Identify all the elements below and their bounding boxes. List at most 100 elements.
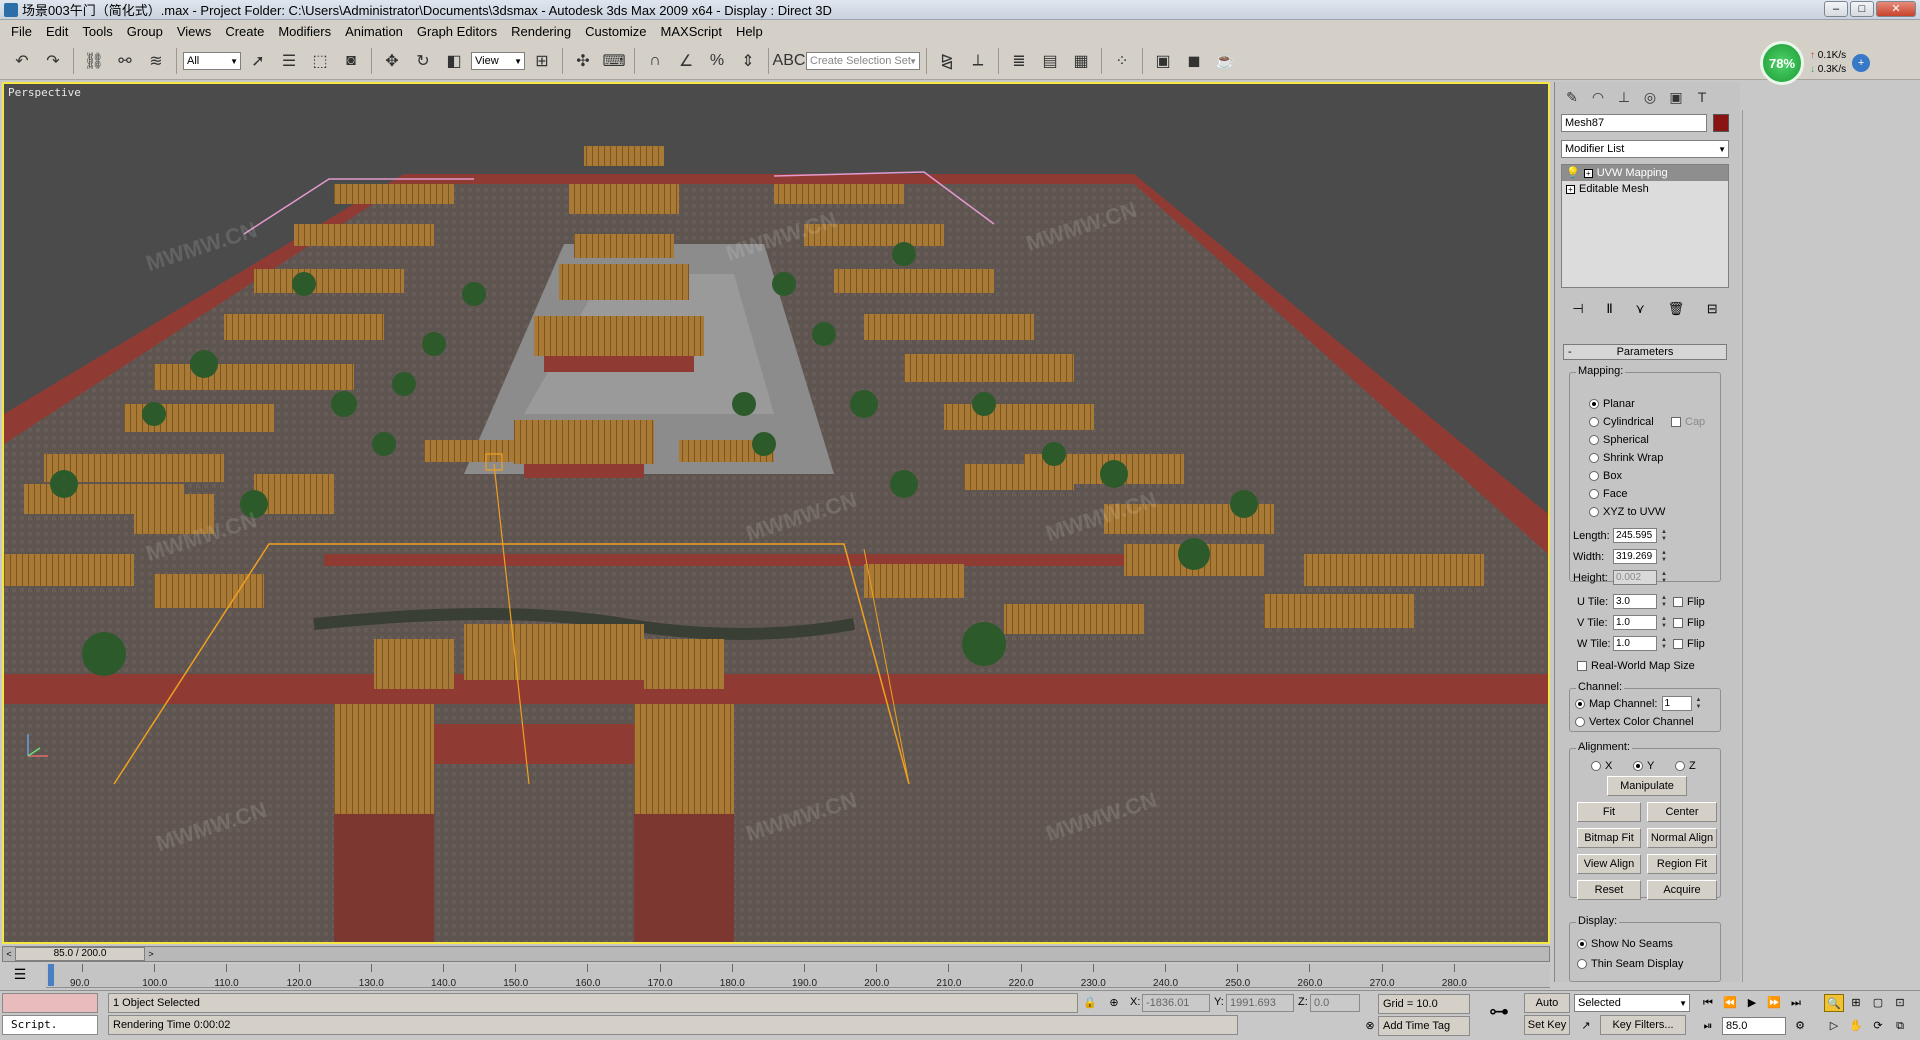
play-icon[interactable]: ▶: [1742, 994, 1762, 1012]
create-icon[interactable]: ✎: [1561, 86, 1583, 108]
spinner-snap-icon[interactable]: ⇕: [734, 47, 762, 75]
align-z-radio[interactable]: Z: [1675, 760, 1696, 772]
maxscript-listener-input[interactable]: Script.: [2, 1015, 98, 1035]
w-flip-checkbox[interactable]: [1673, 638, 1683, 649]
show-end-result-icon[interactable]: Ⅱ: [1606, 301, 1612, 317]
mapping-box-radio[interactable]: Box: [1589, 470, 1622, 482]
reset-button[interactable]: Reset: [1577, 880, 1641, 900]
zoom-all-icon[interactable]: ⊞: [1846, 994, 1866, 1012]
y-coordinate-field[interactable]: 1991.693: [1226, 994, 1294, 1012]
zoom-extents-icon[interactable]: ▢: [1868, 994, 1888, 1012]
parameters-rollout-header[interactable]: - Parameters: [1563, 344, 1727, 360]
select-link-icon[interactable]: ⛓: [80, 47, 108, 75]
auto-key-button[interactable]: Auto Key: [1524, 993, 1570, 1027]
u-tile-spinner[interactable]: 3.0: [1613, 594, 1657, 609]
menu-maxscript[interactable]: MAXScript: [654, 24, 729, 39]
absolute-mode-icon[interactable]: ⊕: [1104, 994, 1124, 1012]
go-to-start-icon[interactable]: ⏮: [1698, 994, 1718, 1012]
align-y-radio[interactable]: Y: [1633, 760, 1654, 772]
maximize-viewport-icon[interactable]: ⧉: [1890, 1017, 1910, 1035]
rotate-icon[interactable]: ↻: [409, 47, 437, 75]
hierarchy-icon[interactable]: ⊥: [1613, 86, 1635, 108]
next-frame-arrow-icon[interactable]: >: [145, 947, 157, 961]
stack-item-uvw-mapping[interactable]: 💡 + UVW Mapping: [1562, 165, 1728, 181]
quick-render-icon[interactable]: ☕: [1211, 47, 1239, 75]
mapping-cylindrical-radio[interactable]: Cylindrical: [1589, 416, 1654, 428]
bitmap-fit-button[interactable]: Bitmap Fit: [1577, 828, 1641, 848]
zoom-icon[interactable]: 🔍: [1824, 994, 1844, 1012]
stack-item-editable-mesh[interactable]: + Editable Mesh: [1562, 181, 1728, 197]
manipulate-button[interactable]: Manipulate: [1607, 776, 1687, 796]
menu-animation[interactable]: Animation: [338, 24, 410, 39]
length-spinner[interactable]: 245.595: [1613, 528, 1657, 543]
v-tile-spinner[interactable]: 1.0: [1613, 615, 1657, 630]
width-spinner[interactable]: 319.269: [1613, 549, 1657, 564]
menu-graph-editors[interactable]: Graph Editors: [410, 24, 504, 39]
manipulate-icon[interactable]: ✣: [569, 47, 597, 75]
network-plus-icon[interactable]: +: [1852, 54, 1871, 72]
reference-coord-dropdown[interactable]: View: [471, 51, 525, 70]
w-tile-spinner[interactable]: 1.0: [1613, 636, 1657, 651]
acquire-button[interactable]: Acquire: [1647, 880, 1717, 900]
motion-icon[interactable]: ◎: [1639, 86, 1661, 108]
key-filters-button[interactable]: Key Filters...: [1600, 1015, 1686, 1035]
material-editor-icon[interactable]: ⁘: [1108, 47, 1136, 75]
angle-snap-icon[interactable]: ∠: [672, 47, 700, 75]
u-flip-checkbox[interactable]: [1673, 596, 1683, 607]
menu-create[interactable]: Create: [218, 24, 271, 39]
key-mode-toggle-icon[interactable]: ⏯: [1698, 1017, 1718, 1035]
thin-seam-display-radio[interactable]: Thin Seam Display: [1577, 958, 1683, 970]
menu-tools[interactable]: Tools: [75, 24, 119, 39]
menu-customize[interactable]: Customize: [578, 24, 653, 39]
make-unique-icon[interactable]: ⋎: [1635, 301, 1645, 317]
layer-manager-icon[interactable]: ≣: [1005, 47, 1033, 75]
pivot-icon[interactable]: ⊞: [528, 47, 556, 75]
mirror-icon[interactable]: ⧎: [933, 47, 961, 75]
add-time-tag[interactable]: Add Time Tag: [1378, 1016, 1470, 1036]
menu-group[interactable]: Group: [120, 24, 170, 39]
time-slider[interactable]: < 85.0 / 200.0 >: [2, 946, 1550, 962]
menu-rendering[interactable]: Rendering: [504, 24, 578, 39]
menu-file[interactable]: File: [4, 24, 39, 39]
map-channel-radio[interactable]: Map Channel: 1 ▲ ▼: [1575, 696, 1704, 711]
minimize-button[interactable]: –: [1824, 1, 1848, 17]
align-x-radio[interactable]: X: [1591, 760, 1612, 772]
current-frame-field[interactable]: 85.0: [1722, 1017, 1786, 1035]
move-icon[interactable]: ✥: [378, 47, 406, 75]
object-color-swatch[interactable]: [1713, 114, 1729, 132]
expand-icon[interactable]: +: [1583, 168, 1593, 178]
fit-button[interactable]: Fit: [1577, 802, 1641, 822]
perspective-viewport[interactable]: Perspective MWMW.CN MWMW.CN MWMW.CN MWMW…: [2, 82, 1550, 944]
selection-filter-dropdown[interactable]: All: [183, 51, 241, 70]
menu-modifiers[interactable]: Modifiers: [271, 24, 338, 39]
real-world-map-size-checkbox[interactable]: Real-World Map Size: [1577, 660, 1695, 672]
utilities-icon[interactable]: T: [1691, 86, 1713, 108]
select-by-name-icon[interactable]: ☰: [275, 47, 303, 75]
z-coordinate-field[interactable]: 0.0: [1310, 994, 1360, 1012]
menu-edit[interactable]: Edit: [39, 24, 75, 39]
align-icon[interactable]: ⟂: [964, 47, 992, 75]
undo-icon[interactable]: ↶: [8, 47, 36, 75]
edit-named-selection-icon[interactable]: ABC: [773, 47, 806, 75]
orbit-icon[interactable]: ⟳: [1868, 1017, 1888, 1035]
mapping-shrink-wrap-radio[interactable]: Shrink Wrap: [1589, 452, 1663, 464]
expand-icon[interactable]: +: [1566, 184, 1575, 194]
cap-checkbox[interactable]: Cap: [1671, 416, 1705, 428]
vertex-color-channel-radio[interactable]: Vertex Color Channel: [1575, 716, 1694, 728]
keyboard-shortcut-icon[interactable]: ⌨: [600, 47, 628, 75]
center-button[interactable]: Center: [1647, 802, 1717, 822]
view-align-button[interactable]: View Align: [1577, 854, 1641, 874]
named-selection-set-dropdown[interactable]: Create Selection Set: [806, 51, 920, 70]
configure-sets-icon[interactable]: ⊟: [1707, 301, 1718, 317]
lock-selection-icon[interactable]: 🔒: [1080, 994, 1100, 1012]
unlink-icon[interactable]: ⚯: [111, 47, 139, 75]
previous-frame-icon[interactable]: ⏪: [1720, 994, 1740, 1012]
normal-align-button[interactable]: Normal Align: [1647, 828, 1717, 848]
close-button[interactable]: ✕: [1876, 1, 1916, 17]
field-of-view-icon[interactable]: ▷: [1824, 1017, 1844, 1035]
map-channel-spinner[interactable]: 1: [1661, 696, 1692, 711]
scale-icon[interactable]: ◧: [440, 47, 468, 75]
rect-region-icon[interactable]: ⬚: [306, 47, 334, 75]
render-setup-icon[interactable]: ▣: [1149, 47, 1177, 75]
maxscript-listener-output[interactable]: [2, 993, 98, 1013]
